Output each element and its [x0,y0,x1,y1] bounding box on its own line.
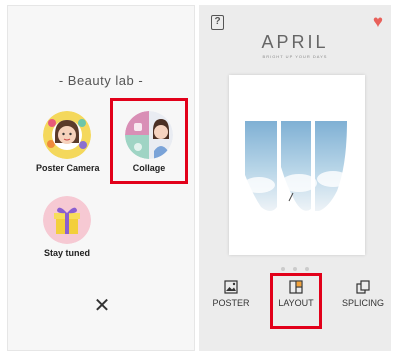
poster-camera-button[interactable]: Poster Camera [36,111,100,173]
help-icon[interactable]: ? [211,15,224,30]
stay-tuned-button[interactable]: Stay tuned [36,196,98,258]
template-preview-card[interactable] [229,75,365,255]
beauty-lab-panel: - Beauty lab - Poster Camera Collage Sta… [7,5,195,351]
collage-icon [125,111,173,159]
brand-title: APRIL [261,32,329,52]
poster-camera-icon [43,111,91,159]
heart-icon[interactable]: ♥ [373,13,383,30]
beauty-lab-title: - Beauty lab - [58,73,144,88]
poster-label: POSTER [212,298,250,308]
page-dot [305,267,310,271]
image-icon [224,280,238,294]
stay-tuned-label: Stay tuned [43,248,90,258]
splicing-label: SPLICING [341,298,384,308]
page-dot [293,267,297,271]
layout-icon [289,280,303,294]
close-icon[interactable]: ✕ [92,296,112,316]
poster-tab[interactable]: POSTER [209,280,253,308]
layout-tab[interactable]: LAYOUT [270,273,322,329]
splicing-icon [356,280,370,294]
gift-icon [43,196,91,244]
layout-label: LAYOUT [278,298,314,308]
april-panel: ? ♥ APRIL BRIGHT UP YOUR DAYS POSTER LAY… [199,5,391,351]
template-preview-image [243,121,349,211]
page-dot [280,267,285,271]
brand-tagline: BRIGHT UP YOUR DAYS [262,54,328,59]
splicing-tab[interactable]: SPLICING [339,280,387,308]
poster-camera-label: Poster Camera [36,163,100,173]
collage-button[interactable]: Collage [110,98,188,184]
collage-label: Collage [132,163,166,173]
